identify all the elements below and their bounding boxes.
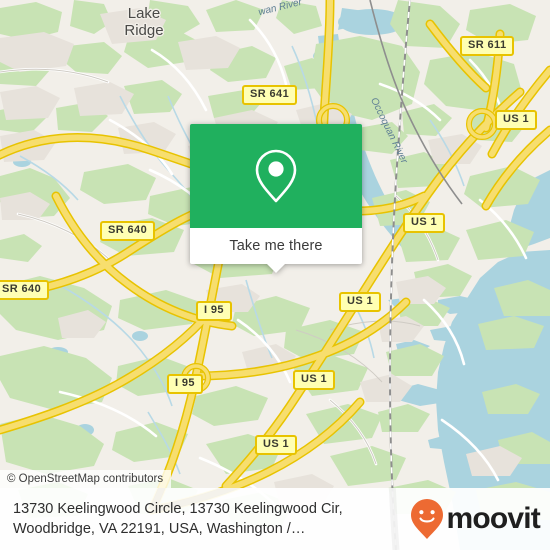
popup-footer[interactable]: Take me there	[190, 228, 362, 273]
location-popup[interactable]: Take me there	[190, 124, 362, 273]
shield-us-1-mid[interactable]: US 1	[339, 292, 382, 312]
moovit-smiley-pin-icon	[411, 499, 444, 539]
shield-sr-611[interactable]: SR 611	[460, 36, 515, 56]
shield-us-1-mid-right[interactable]: US 1	[403, 213, 446, 233]
map-pin-icon	[255, 149, 297, 203]
address-line-2: Woodbridge, VA 22191, USA, Washington /…	[13, 521, 306, 537]
shield-sr-640-top[interactable]: SR 640	[100, 221, 156, 241]
popup-header	[190, 124, 362, 228]
moovit-map-screen: Lake Ridge wan River Occoquan River SR 61…	[0, 0, 550, 550]
shield-us-1-bottom[interactable]: US 1	[255, 435, 298, 455]
footer-bar: 13730 Keelingwood Circle, 13730 Keelingw…	[0, 488, 550, 550]
shield-us-1-lower[interactable]: US 1	[293, 370, 336, 390]
address-line-1: 13730 Keelingwood Circle, 13730 Keelingw…	[13, 501, 343, 517]
shield-i-95-bottom[interactable]: I 95	[167, 374, 203, 394]
map-tiles	[0, 0, 550, 550]
shield-us-1-right-top[interactable]: US 1	[495, 110, 538, 130]
shield-sr-640-left[interactable]: SR 640	[0, 280, 50, 300]
osm-attribution-text: © OpenStreetMap contributors	[7, 473, 164, 485]
map-canvas[interactable]: Lake Ridge wan River Occoquan River SR 61…	[0, 0, 550, 550]
moovit-wordmark: moovit	[446, 502, 540, 535]
moovit-logo[interactable]: moovit	[410, 498, 550, 540]
shield-sr-641[interactable]: SR 641	[242, 85, 298, 105]
shield-i-95-top[interactable]: I 95	[196, 301, 232, 321]
take-me-there-button[interactable]: Take me there	[229, 238, 322, 254]
osm-attribution[interactable]: © OpenStreetMap contributors	[0, 470, 172, 488]
footer-address: 13730 Keelingwood Circle, 13730 Keelingw…	[0, 499, 410, 539]
popup-tail-pointer	[267, 264, 285, 273]
